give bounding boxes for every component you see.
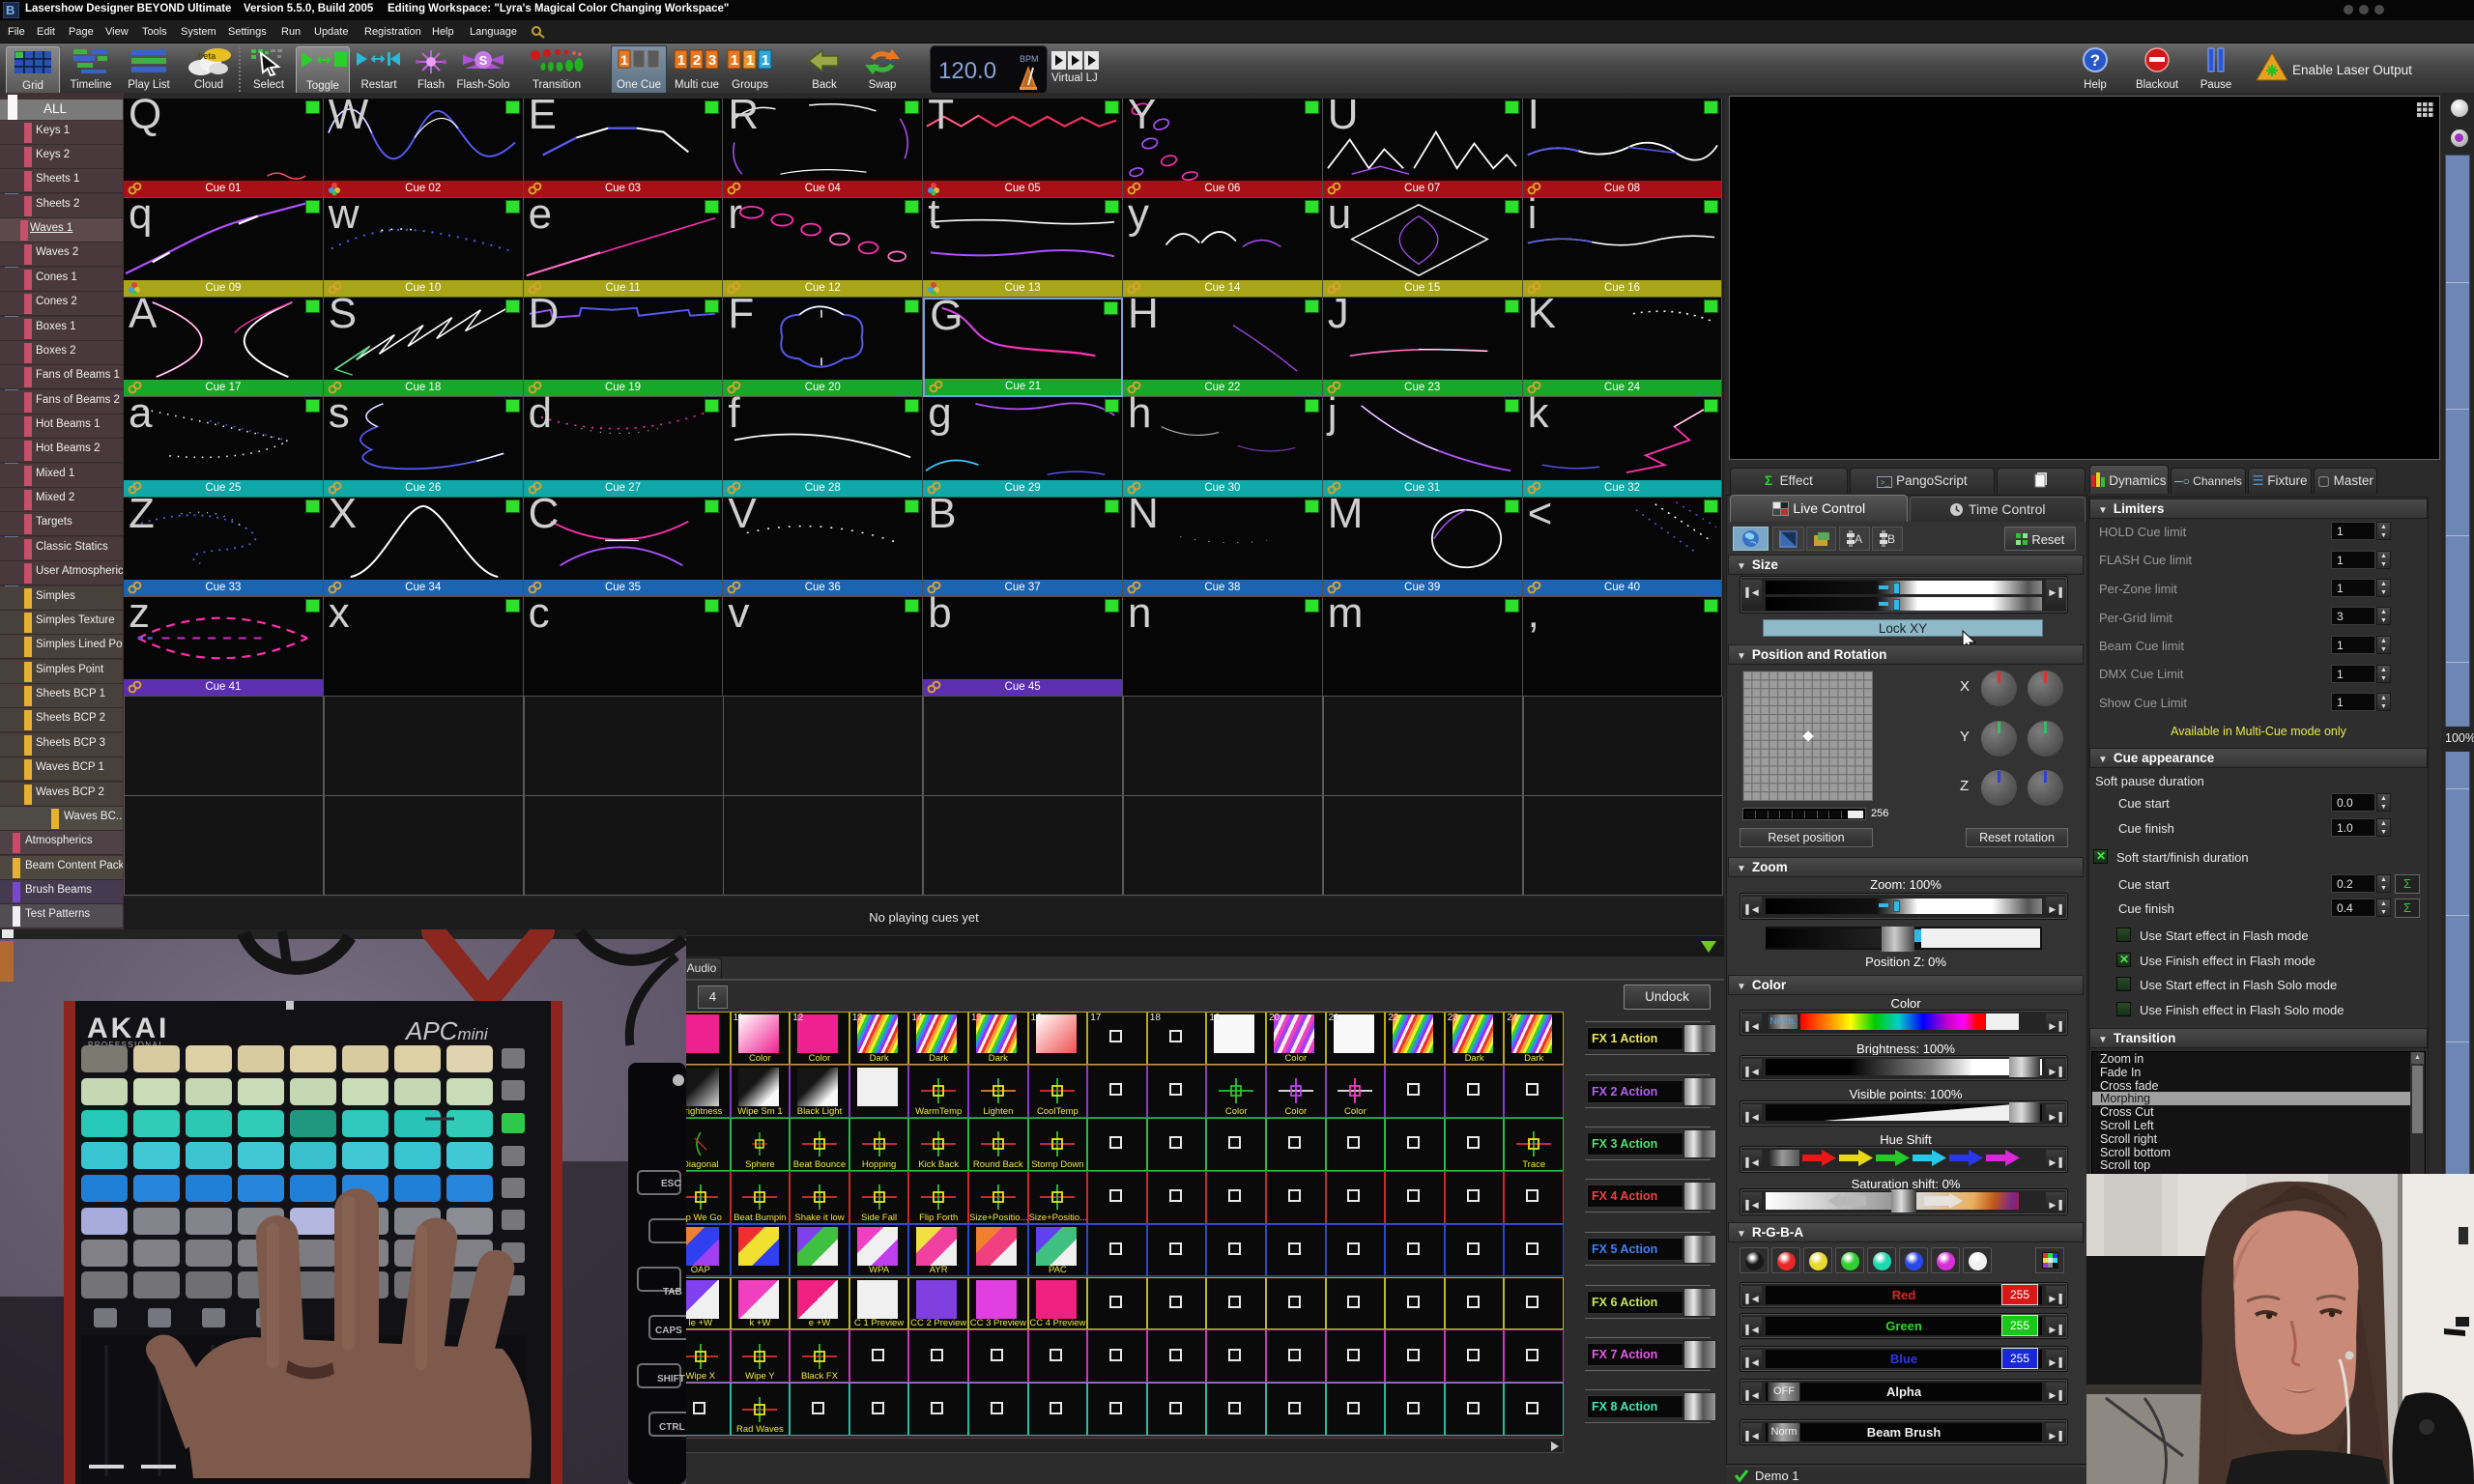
svg-text:1: 1: [677, 52, 685, 69]
svg-text:1: 1: [762, 52, 769, 69]
svg-text:1: 1: [746, 52, 754, 69]
svg-text:CTRL: CTRL: [659, 1422, 685, 1433]
svg-text:CAPS: CAPS: [655, 1326, 682, 1336]
svg-text:B: B: [6, 3, 14, 17]
svg-text:S: S: [479, 53, 488, 68]
svg-text:?: ?: [2090, 51, 2100, 70]
svg-text:1: 1: [731, 52, 738, 69]
svg-text:3: 3: [708, 52, 716, 69]
svg-text:ESC: ESC: [661, 1179, 681, 1189]
svg-text:SHIFT: SHIFT: [657, 1374, 685, 1384]
svg-text:TAB: TAB: [663, 1287, 682, 1298]
svg-text:1: 1: [620, 52, 628, 68]
svg-text:beta: beta: [198, 51, 217, 61]
svg-text:2: 2: [693, 52, 701, 69]
